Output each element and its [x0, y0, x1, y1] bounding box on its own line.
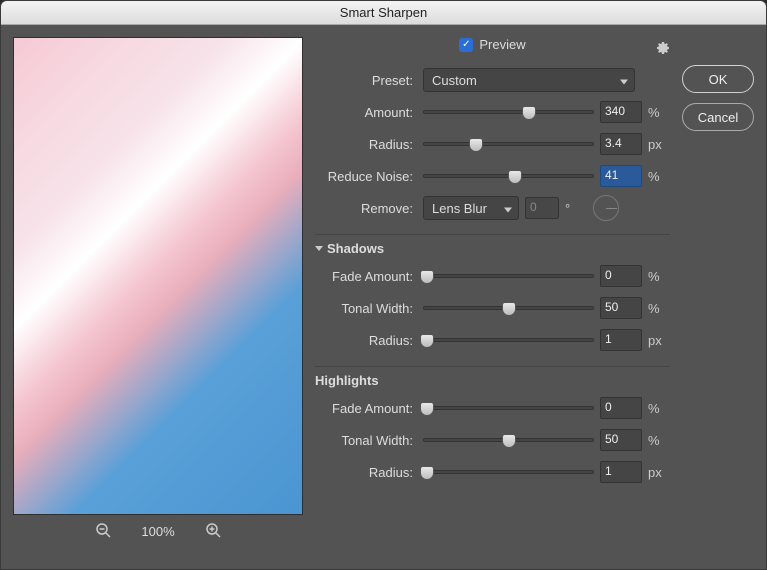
gear-icon[interactable]: [654, 39, 670, 58]
zoom-bar: 100%: [13, 515, 303, 547]
zoom-level: 100%: [141, 524, 174, 539]
highlights-tonal-slider[interactable]: [423, 438, 594, 442]
zoom-out-icon[interactable]: [95, 522, 111, 541]
radius-thumb[interactable]: [469, 138, 483, 152]
dialog-buttons: OK Cancel: [682, 37, 754, 557]
radius-label: Radius:: [315, 137, 423, 152]
reduce-noise-slider[interactable]: [423, 174, 594, 178]
preset-row: Preset: Custom: [315, 64, 670, 96]
reduce-noise-thumb[interactable]: [508, 170, 522, 184]
reduce-noise-row: Reduce Noise: 41 %: [315, 160, 670, 192]
shadows-fade-slider[interactable]: [423, 274, 594, 278]
amount-row: Amount: 340 %: [315, 96, 670, 128]
highlights-tonal-input[interactable]: 50: [600, 429, 642, 451]
reduce-noise-label: Reduce Noise:: [315, 169, 423, 184]
shadows-radius-input[interactable]: 1: [600, 329, 642, 351]
left-panel: 100%: [13, 37, 303, 557]
titlebar[interactable]: Smart Sharpen: [1, 1, 766, 25]
amount-input[interactable]: 340: [600, 101, 642, 123]
shadows-tonal-slider[interactable]: [423, 306, 594, 310]
zoom-in-icon[interactable]: [205, 522, 221, 541]
remove-label: Remove:: [315, 201, 423, 216]
shadows-radius-slider[interactable]: [423, 338, 594, 342]
shadows-fade-input[interactable]: 0: [600, 265, 642, 287]
angle-dial[interactable]: [593, 195, 619, 221]
preview-image[interactable]: [13, 37, 303, 515]
remove-row: Remove: Lens Blur 0 °: [315, 192, 670, 224]
preview-label: Preview: [479, 37, 525, 52]
preset-label: Preset:: [315, 73, 423, 88]
cancel-button[interactable]: Cancel: [682, 103, 754, 131]
highlights-radius-input[interactable]: 1: [600, 461, 642, 483]
radius-input[interactable]: 3.4: [600, 133, 642, 155]
radius-row: Radius: 3.4 px: [315, 128, 670, 160]
chevron-down-icon: [504, 201, 512, 216]
remove-select[interactable]: Lens Blur: [423, 196, 519, 220]
reduce-noise-input[interactable]: 41: [600, 165, 642, 187]
smart-sharpen-dialog: Smart Sharpen 100% Preview: [0, 0, 767, 570]
highlights-radius-slider[interactable]: [423, 470, 594, 474]
chevron-down-icon: [620, 73, 628, 88]
shadows-tonal-input[interactable]: 50: [600, 297, 642, 319]
chevron-down-icon: [315, 246, 323, 251]
highlights-section: Highlights: [315, 373, 670, 388]
amount-label: Amount:: [315, 105, 423, 120]
preview-checkbox[interactable]: [459, 38, 473, 52]
controls-panel: Preview Preset: Custom Amount:: [315, 37, 670, 557]
angle-input: 0: [525, 197, 559, 219]
ok-button[interactable]: OK: [682, 65, 754, 93]
preset-select[interactable]: Custom: [423, 68, 635, 92]
highlights-fade-slider[interactable]: [423, 406, 594, 410]
highlights-fade-input[interactable]: 0: [600, 397, 642, 419]
radius-slider[interactable]: [423, 142, 594, 146]
window-title: Smart Sharpen: [340, 5, 427, 20]
amount-slider[interactable]: [423, 110, 594, 114]
amount-thumb[interactable]: [522, 106, 536, 120]
shadows-section[interactable]: Shadows: [315, 241, 670, 256]
